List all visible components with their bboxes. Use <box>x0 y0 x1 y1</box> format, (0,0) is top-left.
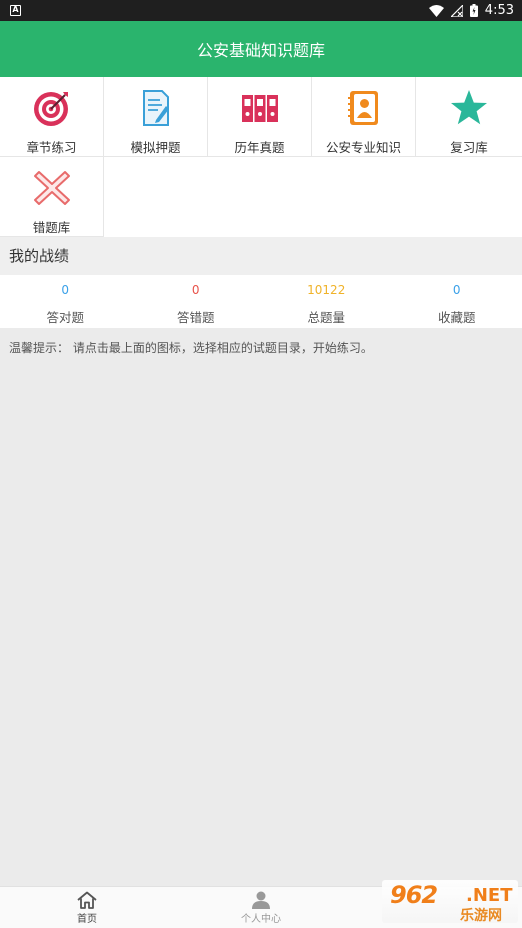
stat-label: 答错题 <box>176 310 215 325</box>
menu-item-wrong-questions[interactable]: 错题库 <box>0 157 104 237</box>
binders-icon <box>241 95 278 122</box>
menu-item-label: 历年真题 <box>234 140 285 155</box>
contact-book-icon <box>347 91 378 125</box>
stat-value: 0 <box>61 283 70 297</box>
notification-icon: A <box>10 5 21 16</box>
watermark-site: 乐游网 <box>460 908 502 924</box>
person-icon <box>252 891 270 909</box>
hint-text: 温馨提示： 请点击最上面的图标，选择相应的试题目录，开始练习。 <box>9 341 373 355</box>
menu-grid: 章节练习 模拟押题 历年真题 公安专业知识 复习库 错题库 <box>0 77 522 237</box>
menu-item-label: 模拟押题 <box>130 140 181 155</box>
menu-item-chapter-practice[interactable]: 章节练习 <box>0 77 104 157</box>
home-icon <box>77 891 97 909</box>
stat-label: 总题量 <box>307 310 345 325</box>
menu-item-label: 公安专业知识 <box>325 140 401 155</box>
stat-correct: 0 答对题 <box>0 275 131 328</box>
stat-label: 收藏题 <box>437 310 476 325</box>
menu-item-label: 错题库 <box>32 220 71 235</box>
clock: 4:53 <box>484 3 514 18</box>
stat-total: 10122 总题量 <box>261 275 392 328</box>
status-bar: A 4:53 <box>0 0 522 21</box>
nav-label: 首页 <box>77 914 97 925</box>
stat-value: 0 <box>191 283 200 297</box>
menu-item-label: 章节练习 <box>26 140 77 155</box>
page-title: 公安基础知识题库 <box>196 41 325 60</box>
menu-item-police-knowledge[interactable]: 公安专业知识 <box>312 77 416 157</box>
nav-label: 个人中心 <box>241 914 281 925</box>
watermark-number: 962 <box>390 881 438 909</box>
document-edit-icon <box>142 90 169 126</box>
watermark-logo: 962 .NET 乐游网 <box>382 880 518 924</box>
target-icon <box>33 92 68 126</box>
app-header: 公安基础知识题库 <box>0 21 522 77</box>
stats-row: 0 答对题 0 答错题 10122 总题量 0 收藏题 <box>0 275 522 328</box>
nav-profile[interactable]: 个人中心 <box>174 887 348 928</box>
stats-section-title: 我的战绩 <box>0 237 522 275</box>
star-icon <box>451 90 487 125</box>
battery-icon <box>469 4 478 17</box>
stat-value: 0 <box>452 283 461 297</box>
nav-home[interactable]: 首页 <box>0 887 174 928</box>
stat-wrong: 0 答错题 <box>131 275 262 328</box>
cross-icon <box>33 171 70 205</box>
stat-favorites: 0 收藏题 <box>392 275 522 328</box>
stat-value: 10122 <box>307 283 346 297</box>
menu-item-review[interactable]: 复习库 <box>416 77 522 157</box>
menu-item-past-exams[interactable]: 历年真题 <box>208 77 312 157</box>
no-signal-icon <box>450 4 463 17</box>
watermark-net: .NET <box>466 885 513 906</box>
stat-label: 答对题 <box>46 310 84 325</box>
menu-item-label: 复习库 <box>450 140 488 155</box>
wifi-icon <box>428 4 444 17</box>
menu-item-mock-exam[interactable]: 模拟押题 <box>104 77 208 157</box>
